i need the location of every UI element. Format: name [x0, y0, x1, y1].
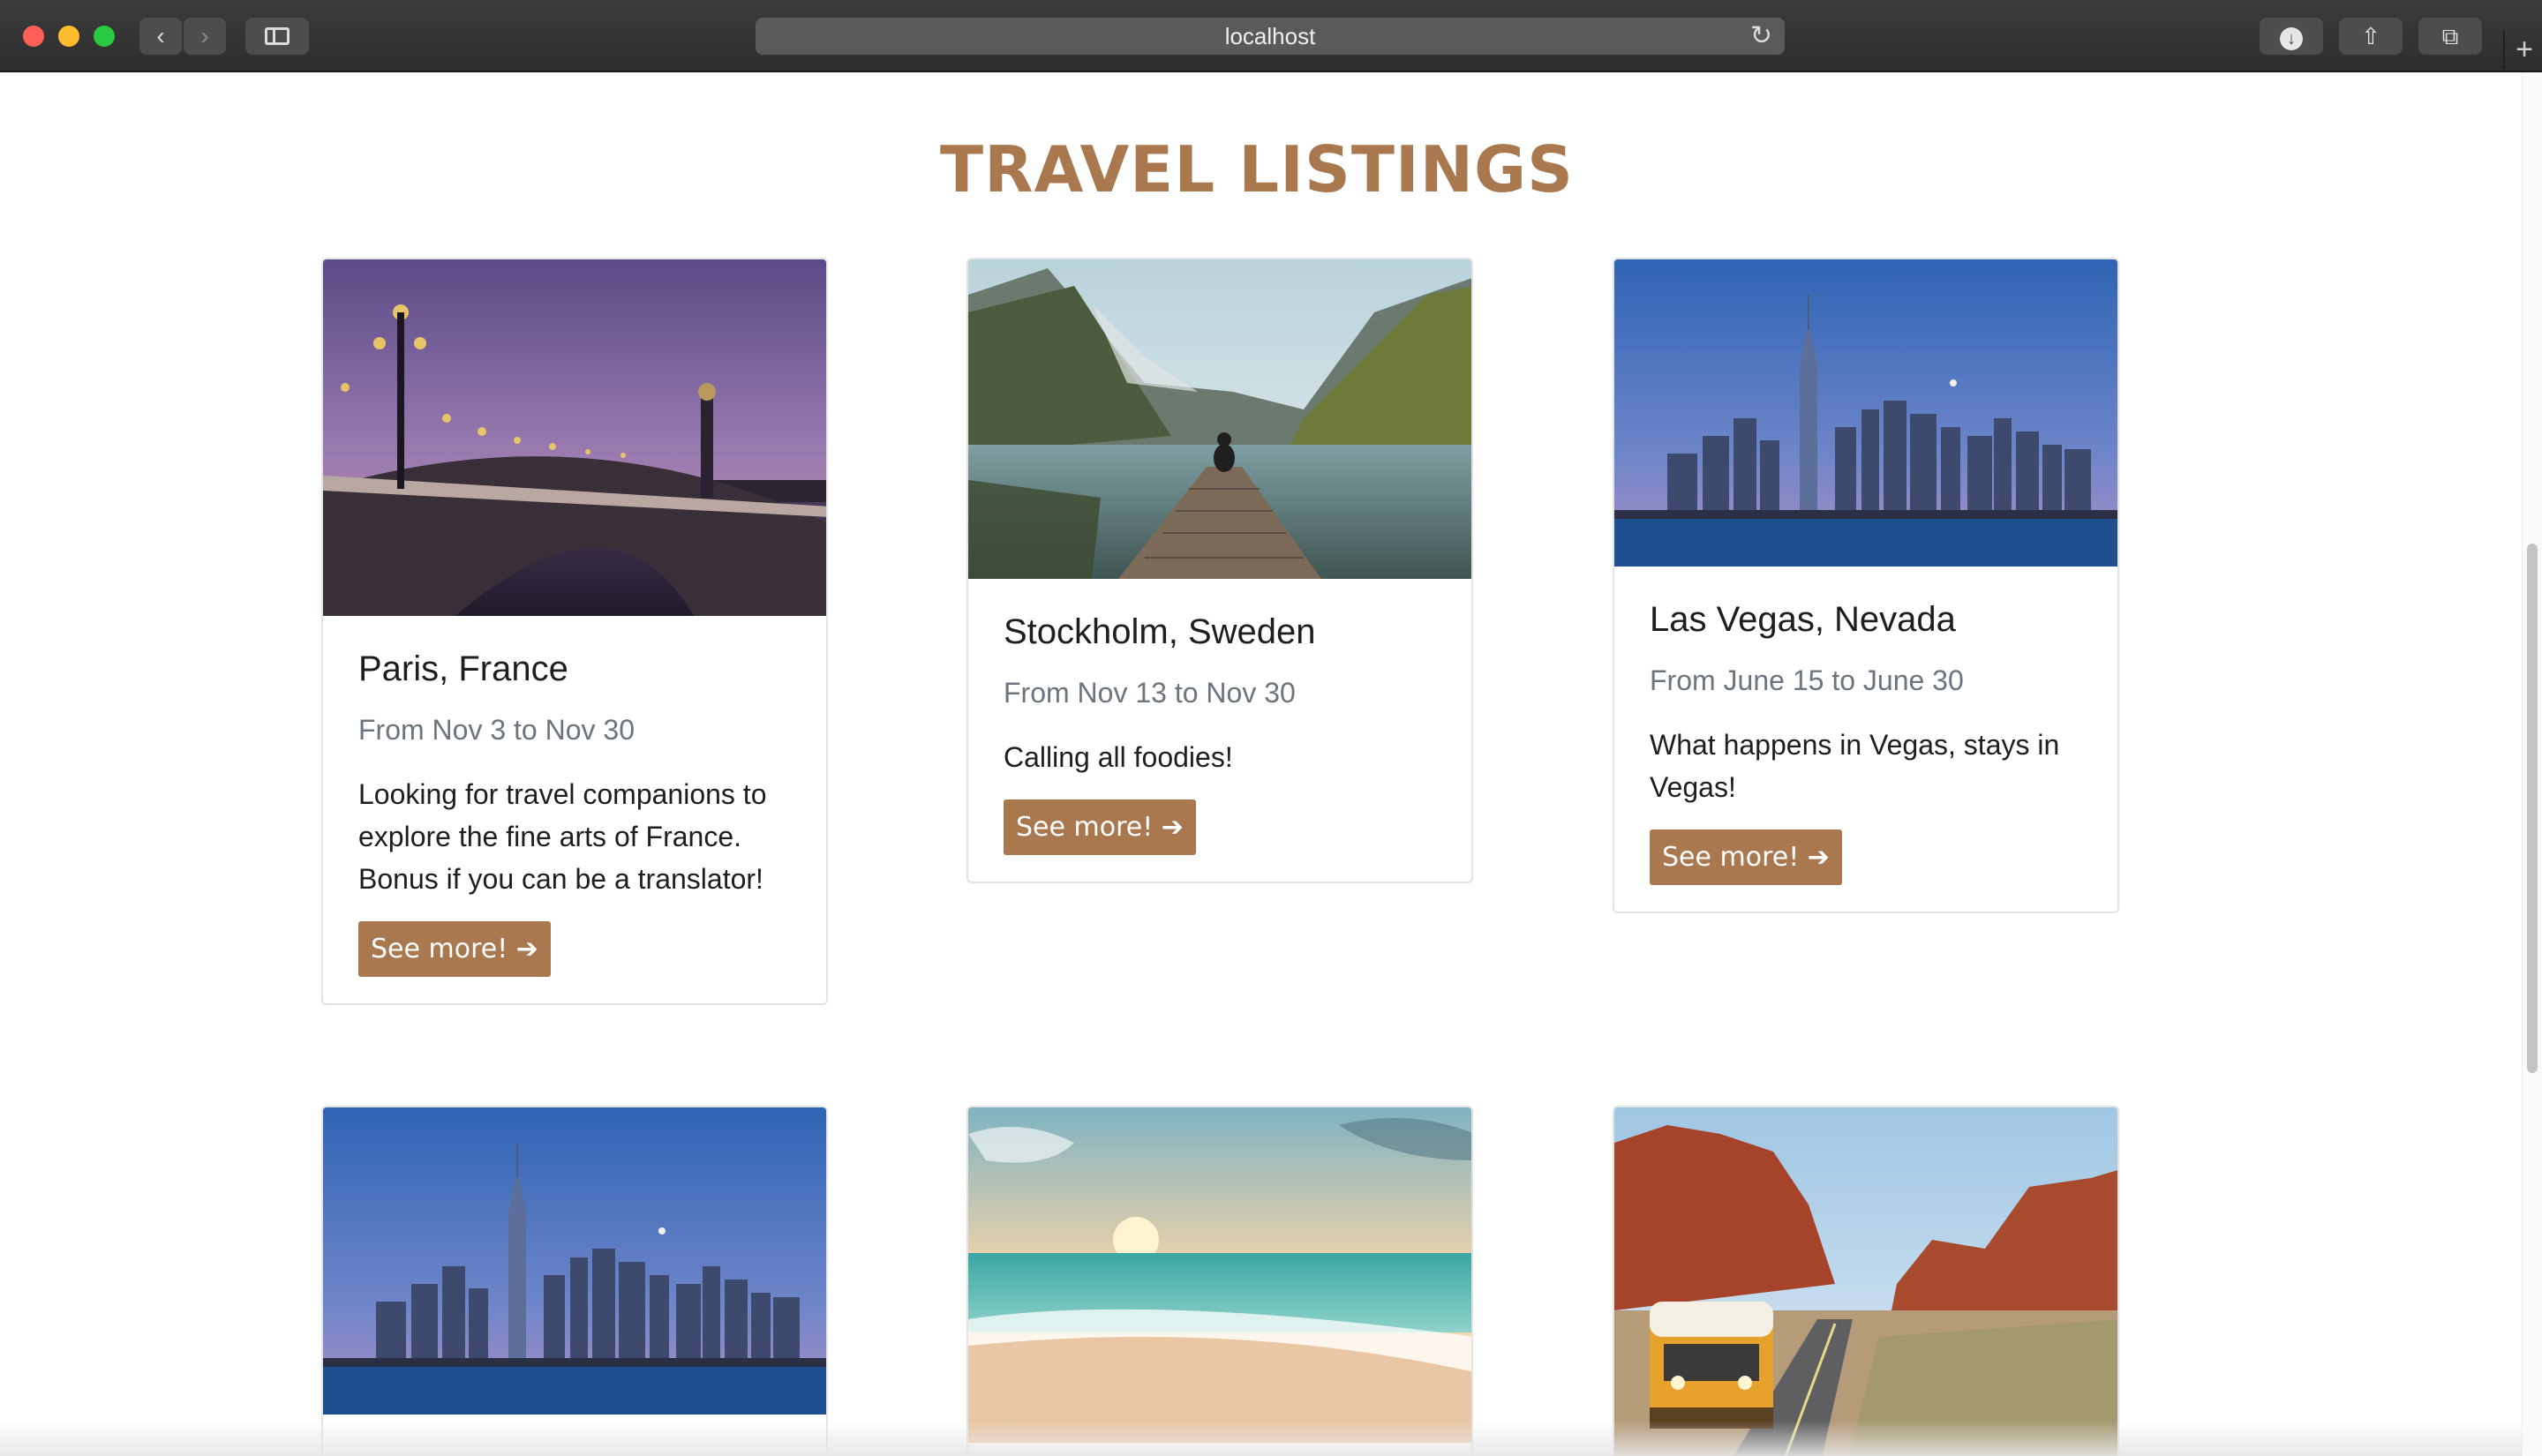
page-title: TRAVEL LISTINGS: [940, 132, 1574, 207]
new-tab-button[interactable]: +: [2503, 30, 2542, 69]
listing-title: Las Vegas, Nevada: [1650, 600, 1956, 639]
share-button[interactable]: ⇧: [2339, 18, 2403, 55]
sidebar-toggle-button[interactable]: [245, 18, 309, 55]
vertical-scrollbar[interactable]: [2522, 72, 2542, 1456]
see-more-button[interactable]: See more! ➔: [358, 921, 551, 977]
paris-bridge-image: [323, 259, 826, 616]
scrollbar-thumb[interactable]: [2527, 544, 2538, 1073]
download-icon: ↓: [2280, 27, 2303, 50]
listing-card: [1613, 1106, 2119, 1456]
downloads-button[interactable]: ↓: [2260, 18, 2323, 55]
listing-card: [321, 1106, 828, 1456]
listing-image: [323, 259, 826, 616]
listing-image: [1614, 1107, 2117, 1456]
beach-sunset-image: [968, 1107, 1471, 1443]
listing-image: [968, 1107, 1471, 1443]
listing-image: [323, 1107, 826, 1415]
listing-card: Paris, France From Nov 3 to Nov 30 Looki…: [321, 258, 828, 1005]
reload-icon[interactable]: ↻: [1750, 18, 1772, 55]
listing-description: Calling all foodies!: [1004, 741, 1233, 773]
forward-button[interactable]: ›: [184, 18, 226, 55]
listing-image: [968, 259, 1471, 579]
chevron-right-icon: ›: [200, 22, 209, 49]
listing-card: [966, 1106, 1473, 1456]
zoom-window-button[interactable]: [94, 26, 115, 47]
listing-dates: From June 15 to June 30: [1650, 664, 1964, 696]
listing-description: What happens in Vegas, stays in Vegas!: [1650, 729, 2060, 803]
tabs-icon: ⧉: [2441, 23, 2459, 49]
lake-dock-image: [968, 259, 1471, 579]
city-skyline-image: [1614, 259, 2117, 567]
listing-card: Las Vegas, Nevada From June 15 to June 3…: [1613, 258, 2119, 913]
sidebar-icon: [265, 27, 290, 45]
back-button[interactable]: ‹: [139, 18, 182, 55]
url-text: localhost: [1224, 23, 1316, 49]
plus-icon: +: [2516, 33, 2533, 66]
city-skyline-image: [323, 1107, 826, 1415]
see-more-button[interactable]: See more! ➔: [1650, 829, 1842, 885]
desert-road-van-image: [1614, 1107, 2117, 1456]
show-tabs-button[interactable]: ⧉: [2418, 18, 2482, 55]
bottom-shadow: [0, 1421, 2523, 1456]
close-window-button[interactable]: [23, 26, 44, 47]
address-bar[interactable]: localhost ↻: [756, 18, 1785, 55]
see-more-button[interactable]: See more! ➔: [1004, 799, 1196, 855]
listing-card: Stockholm, Sweden From Nov 13 to Nov 30 …: [966, 258, 1473, 883]
listing-dates: From Nov 13 to Nov 30: [1004, 677, 1296, 709]
listing-image: [1614, 259, 2117, 567]
listing-title: Stockholm, Sweden: [1004, 612, 1316, 651]
chevron-left-icon: ‹: [156, 22, 165, 49]
page-viewport: TRAVEL LISTINGS Paris, France From Nov 3…: [0, 72, 2542, 1456]
minimize-window-button[interactable]: [58, 26, 79, 47]
share-icon: ⇧: [2361, 23, 2380, 49]
listing-title: Paris, France: [358, 649, 568, 688]
browser-toolbar: ‹ › localhost ↻ ↓ ⇧ ⧉ +: [0, 0, 2542, 72]
listing-dates: From Nov 3 to Nov 30: [358, 714, 635, 746]
listing-description: Looking for travel companions to explore…: [358, 778, 767, 895]
